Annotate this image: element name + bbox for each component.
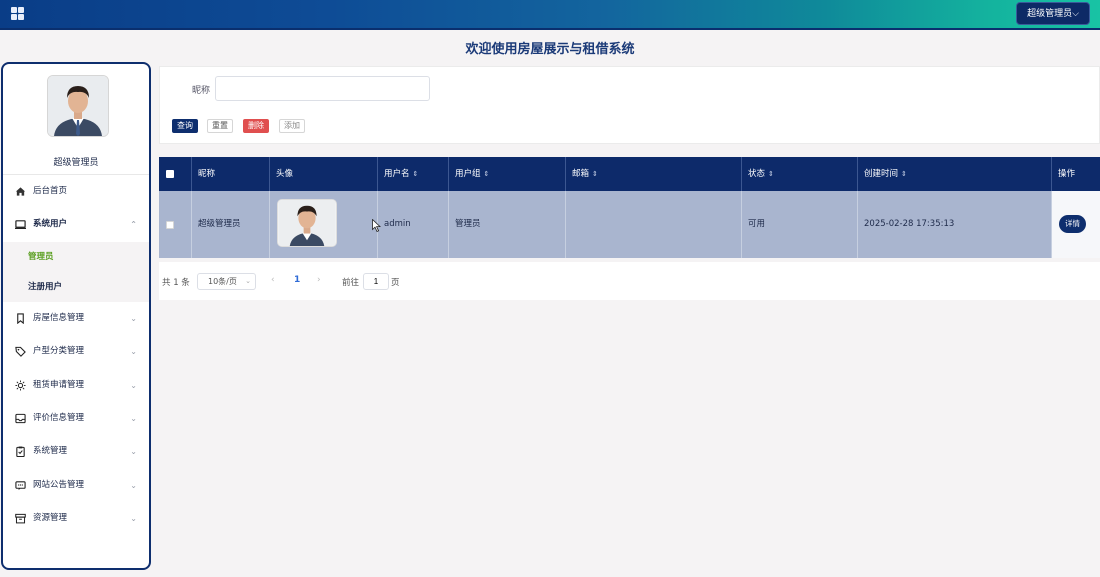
reset-button[interactable]: 重置 bbox=[207, 119, 233, 133]
avatar-portrait-icon bbox=[278, 200, 336, 246]
user-avatar-image bbox=[277, 199, 337, 247]
header-created-time[interactable]: 创建时间 ⇕ bbox=[858, 157, 1052, 191]
header-select-cell bbox=[159, 157, 192, 191]
sidebar-item-label: 后台首页 bbox=[33, 186, 68, 196]
chevron-down-icon: ⌄ bbox=[130, 514, 137, 524]
cell-nickname: 超级管理员 bbox=[192, 191, 270, 258]
header-operation: 操作 bbox=[1058, 169, 1076, 179]
delete-button[interactable]: 删除 bbox=[243, 119, 269, 133]
cell-usergroup: 管理员 bbox=[449, 191, 566, 258]
chevron-down-icon: ⌄ bbox=[130, 447, 137, 457]
goto-label: 前往 bbox=[342, 278, 360, 288]
goto-page-input[interactable] bbox=[363, 273, 389, 290]
add-button[interactable]: 添加 bbox=[279, 119, 305, 133]
header-avatar: 头像 bbox=[270, 157, 378, 191]
user-menu-button[interactable]: 超级管理员⌵ bbox=[1016, 2, 1090, 25]
sidebar-item-reviews[interactable]: 评价信息管理 ⌄ bbox=[3, 402, 149, 435]
sidebar-item-system-management[interactable]: 系统管理 ⌄ bbox=[3, 435, 149, 468]
cell-status: 可用 bbox=[742, 191, 858, 258]
sidebar-menu: 后台首页 系统用户 ⌃ 管理员 注册用户 房屋信息管理 ⌄ 户型分类管理 ⌄ 租… bbox=[3, 174, 149, 536]
cell-username: admin bbox=[378, 191, 449, 258]
prev-page-button[interactable]: ‹ bbox=[271, 275, 275, 285]
page-number-1[interactable]: 1 bbox=[294, 275, 300, 285]
sun-icon bbox=[15, 380, 26, 391]
chevron-down-icon: ⌄ bbox=[130, 413, 137, 423]
sort-icon: ⇕ bbox=[592, 170, 598, 178]
chevron-down-icon: ⌄ bbox=[130, 480, 137, 490]
submenu-item-registered-users[interactable]: 注册用户 bbox=[3, 271, 149, 302]
sidebar: 超级管理员 后台首页 系统用户 ⌃ 管理员 注册用户 房屋信息管理 ⌄ 户型分类… bbox=[1, 62, 151, 570]
sidebar-item-label: 房屋信息管理 bbox=[33, 312, 85, 323]
archive-icon bbox=[15, 513, 26, 524]
sidebar-item-rental-requests[interactable]: 租赁申请管理 ⌄ bbox=[3, 369, 149, 402]
pagination: 共 1 条 10条/页⌄ ‹ 1 › 前往 页 bbox=[159, 262, 1100, 300]
page-title: 欢迎使用房屋展示与租借系统 bbox=[465, 42, 635, 57]
top-bar: 超级管理员⌵ bbox=[0, 0, 1100, 30]
select-all-checkbox[interactable] bbox=[166, 170, 174, 178]
inbox-icon bbox=[15, 413, 26, 424]
chevron-down-icon: ⌄ bbox=[130, 347, 137, 357]
home-icon bbox=[15, 186, 26, 197]
table-row[interactable]: 超级管理员 admin 管理员 可用 2025-02-28 17:35:13 详… bbox=[159, 191, 1100, 258]
total-count: 共 1 条 bbox=[162, 278, 190, 288]
chevron-down-icon: ⌄ bbox=[130, 313, 137, 323]
tag-icon bbox=[15, 346, 26, 358]
header-status[interactable]: 状态 ⇕ bbox=[742, 157, 858, 191]
header-email[interactable]: 邮箱 ⇕ bbox=[566, 157, 742, 191]
header-username[interactable]: 用户名 ⇕ bbox=[378, 157, 449, 191]
avatar-portrait-icon bbox=[48, 76, 108, 136]
sidebar-item-label: 户型分类管理 bbox=[33, 346, 85, 357]
sidebar-item-dashboard[interactable]: 后台首页 bbox=[3, 175, 149, 208]
row-select-cell bbox=[159, 191, 192, 258]
sidebar-item-label: 系统管理 bbox=[33, 446, 68, 457]
cell-operation: 详情 bbox=[1052, 191, 1100, 258]
sidebar-item-house-types[interactable]: 户型分类管理 ⌄ bbox=[3, 335, 149, 368]
monitor-icon bbox=[15, 219, 26, 230]
sidebar-item-system-users[interactable]: 系统用户 ⌃ bbox=[3, 208, 149, 241]
admin-table: 昵称 头像 用户名 ⇕ 用户组 ⇕ 邮箱 ⇕ 状态 ⇕ 创建时间 ⇕ 操作 超级管理员 bbox=[159, 157, 1100, 258]
chevron-up-icon: ⌃ bbox=[130, 220, 137, 230]
sidebar-item-label: 评价信息管理 bbox=[33, 412, 85, 423]
chevron-down-icon: ⌄ bbox=[130, 380, 137, 390]
sidebar-item-label: 资源管理 bbox=[33, 513, 68, 524]
submenu-item-admins[interactable]: 管理员 bbox=[3, 241, 149, 272]
chevron-down-icon: ⌄ bbox=[245, 277, 251, 285]
grid-menu-icon[interactable] bbox=[11, 7, 24, 20]
header-usergroup[interactable]: 用户组 ⇕ bbox=[449, 157, 566, 191]
nickname-search-input[interactable] bbox=[215, 76, 430, 101]
sort-icon: ⇕ bbox=[768, 170, 774, 178]
query-button[interactable]: 查询 bbox=[172, 119, 198, 133]
sidebar-item-label: 网站公告管理 bbox=[33, 479, 85, 490]
sidebar-item-label: 租赁申请管理 bbox=[33, 379, 85, 390]
table-header: 昵称 头像 用户名 ⇕ 用户组 ⇕ 邮箱 ⇕ 状态 ⇕ 创建时间 ⇕ 操作 bbox=[159, 157, 1100, 191]
sidebar-item-resources[interactable]: 资源管理 ⌄ bbox=[3, 502, 149, 535]
mouse-cursor-icon bbox=[372, 219, 381, 232]
sort-icon: ⇕ bbox=[412, 170, 419, 178]
sort-icon: ⇕ bbox=[901, 170, 907, 178]
sort-icon: ⇕ bbox=[483, 170, 490, 178]
bookmark-icon bbox=[15, 313, 26, 324]
sidebar-item-house-info[interactable]: 房屋信息管理 ⌄ bbox=[3, 302, 149, 335]
sidebar-item-label: 系统用户 bbox=[33, 219, 68, 230]
nickname-label: 昵称 bbox=[192, 86, 211, 96]
search-panel: 昵称 查询 重置 删除 添加 bbox=[159, 66, 1100, 144]
row-checkbox[interactable] bbox=[166, 221, 174, 229]
sidebar-item-announcements[interactable]: 网站公告管理 ⌄ bbox=[3, 469, 149, 502]
clipboard-icon bbox=[15, 446, 26, 458]
header-nickname: 昵称 bbox=[192, 157, 270, 191]
next-page-button[interactable]: › bbox=[317, 275, 321, 285]
admin-avatar bbox=[47, 75, 109, 137]
page-unit-label: 页 bbox=[391, 278, 400, 288]
cell-email bbox=[566, 191, 742, 258]
cell-created-time: 2025-02-28 17:35:13 bbox=[858, 191, 1052, 258]
message-icon bbox=[15, 480, 26, 491]
page-size-select[interactable]: 10条/页 ⌄ bbox=[197, 273, 256, 290]
admin-name: 超级管理员 bbox=[53, 158, 99, 168]
detail-button[interactable]: 详情 bbox=[1059, 215, 1086, 233]
